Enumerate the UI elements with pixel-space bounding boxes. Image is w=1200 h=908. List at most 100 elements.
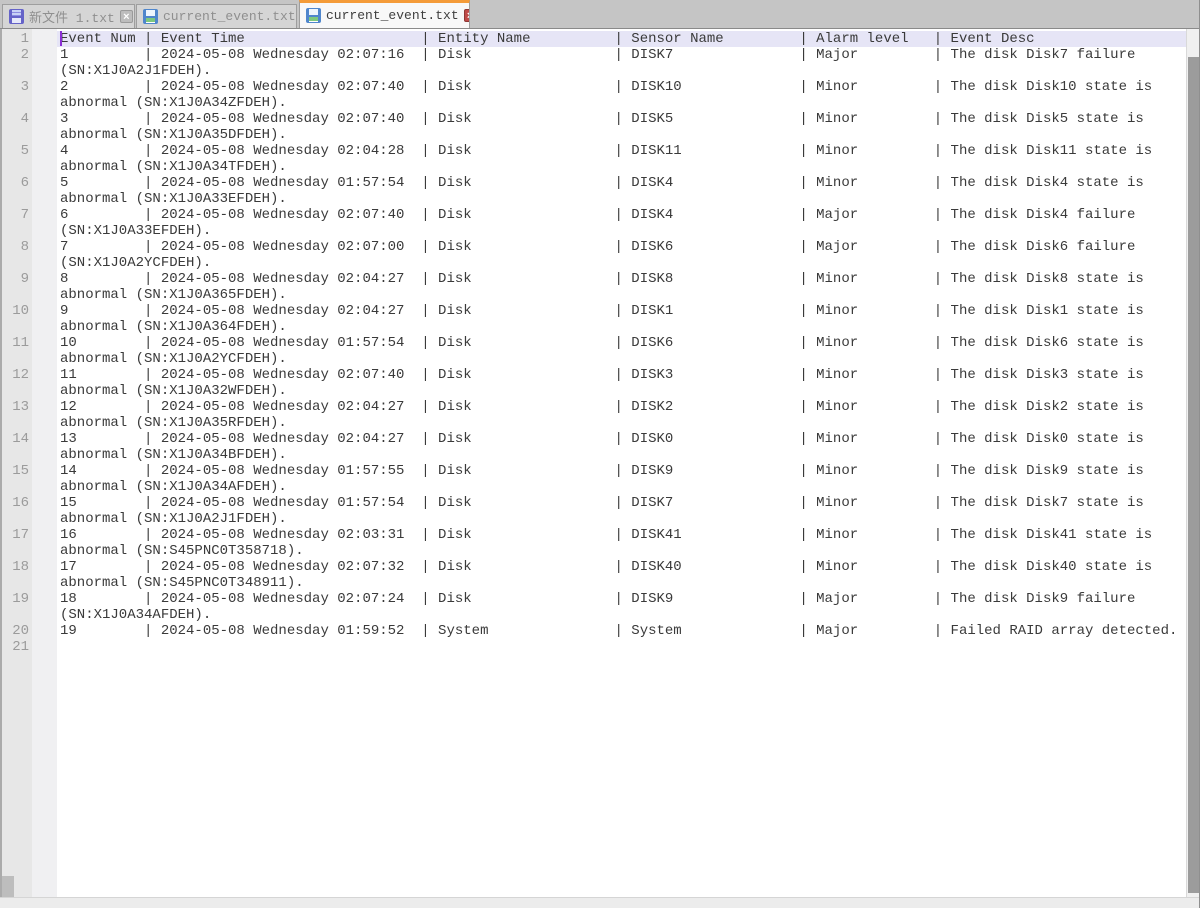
- editor-visual-row: abnormal (SN:X1J0A2YCFDEH).: [0, 351, 1200, 367]
- line-number: [0, 223, 57, 239]
- text-line[interactable]: abnormal (SN:X1J0A32WFDEH).: [57, 383, 1186, 399]
- line-number: 19: [0, 591, 57, 607]
- editor-visual-row: 65 | 2024-05-08 Wednesday 01:57:54 | Dis…: [0, 175, 1200, 191]
- text-line[interactable]: 12 | 2024-05-08 Wednesday 02:04:27 | Dis…: [57, 399, 1186, 415]
- text-line[interactable]: abnormal (SN:X1J0A2YCFDEH).: [57, 351, 1186, 367]
- editor-visual-row: 98 | 2024-05-08 Wednesday 02:04:27 | Dis…: [0, 271, 1200, 287]
- editor-visual-row: abnormal (SN:X1J0A2J1FDEH).: [0, 511, 1200, 527]
- editor-visual-row: 32 | 2024-05-08 Wednesday 02:07:40 | Dis…: [0, 79, 1200, 95]
- editor-content: 1Event Num | Event Time | Entity Name | …: [0, 29, 1200, 897]
- bottom-strip: [0, 897, 1200, 908]
- editor-visual-row: 1110 | 2024-05-08 Wednesday 01:57:54 | D…: [0, 335, 1200, 351]
- editor-visual-row: 1413 | 2024-05-08 Wednesday 02:04:27 | D…: [0, 431, 1200, 447]
- editor-visual-row: abnormal (SN:X1J0A34ZFDEH).: [0, 95, 1200, 111]
- line-number: 21: [0, 639, 57, 655]
- editor-visual-row: abnormal (SN:S45PNC0T358718).: [0, 543, 1200, 559]
- text-line[interactable]: abnormal (SN:X1J0A33EFDEH).: [57, 191, 1186, 207]
- text-line[interactable]: 3 | 2024-05-08 Wednesday 02:07:40 | Disk…: [57, 111, 1186, 127]
- editor-visual-row: abnormal (SN:S45PNC0T348911).: [0, 575, 1200, 591]
- text-line[interactable]: abnormal (SN:X1J0A35RFDEH).: [57, 415, 1186, 431]
- line-number: 12: [0, 367, 57, 383]
- editor-visual-row: (SN:X1J0A2YCFDEH).: [0, 255, 1200, 271]
- corner-grip: [2, 876, 14, 897]
- tab-current-event-1[interactable]: current_event.txt ×: [136, 4, 297, 28]
- text-line[interactable]: (SN:X1J0A34AFDEH).: [57, 607, 1186, 623]
- text-line[interactable]: abnormal (SN:X1J0A365FDEH).: [57, 287, 1186, 303]
- line-number: [0, 159, 57, 175]
- text-line[interactable]: abnormal (SN:X1J0A34AFDEH).: [57, 479, 1186, 495]
- line-number: [0, 63, 57, 79]
- editor-visual-row: 1211 | 2024-05-08 Wednesday 02:07:40 | D…: [0, 367, 1200, 383]
- text-line[interactable]: abnormal (SN:X1J0A2J1FDEH).: [57, 511, 1186, 527]
- text-line[interactable]: (SN:X1J0A2YCFDEH).: [57, 255, 1186, 271]
- line-number: 17: [0, 527, 57, 543]
- tab-label: current_event.txt: [326, 8, 459, 23]
- close-tab-icon[interactable]: ×: [120, 10, 133, 23]
- tab-label: current_event.txt: [163, 9, 296, 24]
- tab-new-file-1[interactable]: 新文件 1.txt ×: [2, 4, 135, 28]
- text-line[interactable]: 4 | 2024-05-08 Wednesday 02:04:28 | Disk…: [57, 143, 1186, 159]
- text-line[interactable]: 2 | 2024-05-08 Wednesday 02:07:40 | Disk…: [57, 79, 1186, 95]
- editor-visual-row: abnormal (SN:X1J0A35DFDEH).: [0, 127, 1200, 143]
- text-editor-window: { "tabs": [ {"label": "新文件 1.txt", "stat…: [0, 0, 1200, 908]
- editor-visual-row: 21 | 2024-05-08 Wednesday 02:07:16 | Dis…: [0, 47, 1200, 63]
- line-number: 7: [0, 207, 57, 223]
- floppy-disk-icon: [9, 9, 24, 24]
- editor-visual-row: 109 | 2024-05-08 Wednesday 02:04:27 | Di…: [0, 303, 1200, 319]
- text-line[interactable]: abnormal (SN:X1J0A34TFDEH).: [57, 159, 1186, 175]
- editor-visual-row: abnormal (SN:X1J0A34TFDEH).: [0, 159, 1200, 175]
- text-line[interactable]: abnormal (SN:X1J0A34BFDEH).: [57, 447, 1186, 463]
- editor-visual-row: 2019 | 2024-05-08 Wednesday 01:59:52 | S…: [0, 623, 1200, 639]
- line-number: 13: [0, 399, 57, 415]
- text-line[interactable]: abnormal (SN:X1J0A364FDEH).: [57, 319, 1186, 335]
- line-number: 3: [0, 79, 57, 95]
- line-number: 15: [0, 463, 57, 479]
- line-number: 20: [0, 623, 57, 639]
- editor-visual-row: (SN:X1J0A2J1FDEH).: [0, 63, 1200, 79]
- text-line[interactable]: 15 | 2024-05-08 Wednesday 01:57:54 | Dis…: [57, 495, 1186, 511]
- close-tab-icon[interactable]: ×: [464, 9, 470, 22]
- line-number: 16: [0, 495, 57, 511]
- text-line[interactable]: 7 | 2024-05-08 Wednesday 02:07:00 | Disk…: [57, 239, 1186, 255]
- line-number: 8: [0, 239, 57, 255]
- editor-visual-row: 43 | 2024-05-08 Wednesday 02:07:40 | Dis…: [0, 111, 1200, 127]
- scrollbar-thumb[interactable]: [1188, 57, 1199, 893]
- editor-visual-row: 1Event Num | Event Time | Entity Name | …: [0, 31, 1200, 47]
- editor-visual-row: abnormal (SN:X1J0A365FDEH).: [0, 287, 1200, 303]
- text-line[interactable]: Event Num | Event Time | Entity Name | S…: [57, 31, 1186, 47]
- editor-visual-row: abnormal (SN:X1J0A33EFDEH).: [0, 191, 1200, 207]
- editor-visual-row: 1817 | 2024-05-08 Wednesday 02:07:32 | D…: [0, 559, 1200, 575]
- vertical-scrollbar[interactable]: [1186, 29, 1199, 897]
- text-line[interactable]: abnormal (SN:S45PNC0T358718).: [57, 543, 1186, 559]
- text-line[interactable]: 9 | 2024-05-08 Wednesday 02:04:27 | Disk…: [57, 303, 1186, 319]
- text-line[interactable]: 5 | 2024-05-08 Wednesday 01:57:54 | Disk…: [57, 175, 1186, 191]
- tab-current-event-active[interactable]: current_event.txt ×: [299, 0, 470, 28]
- line-number: [0, 607, 57, 623]
- text-line[interactable]: 6 | 2024-05-08 Wednesday 02:07:40 | Disk…: [57, 207, 1186, 223]
- text-line[interactable]: 19 | 2024-05-08 Wednesday 01:59:52 | Sys…: [57, 623, 1186, 639]
- editor-visual-row: 21: [0, 639, 1200, 655]
- line-number: [0, 511, 57, 527]
- text-line[interactable]: (SN:X1J0A2J1FDEH).: [57, 63, 1186, 79]
- line-number: [0, 319, 57, 335]
- text-line[interactable]: [57, 639, 1186, 655]
- text-line[interactable]: abnormal (SN:X1J0A34ZFDEH).: [57, 95, 1186, 111]
- text-line[interactable]: 14 | 2024-05-08 Wednesday 01:57:55 | Dis…: [57, 463, 1186, 479]
- text-line[interactable]: 13 | 2024-05-08 Wednesday 02:04:27 | Dis…: [57, 431, 1186, 447]
- text-line[interactable]: 10 | 2024-05-08 Wednesday 01:57:54 | Dis…: [57, 335, 1186, 351]
- editor-visual-row: 1312 | 2024-05-08 Wednesday 02:04:27 | D…: [0, 399, 1200, 415]
- editor-visual-row: 76 | 2024-05-08 Wednesday 02:07:40 | Dis…: [0, 207, 1200, 223]
- floppy-disk-icon: [306, 8, 321, 23]
- text-line[interactable]: 11 | 2024-05-08 Wednesday 02:07:40 | Dis…: [57, 367, 1186, 383]
- text-line[interactable]: abnormal (SN:X1J0A35DFDEH).: [57, 127, 1186, 143]
- text-line[interactable]: 1 | 2024-05-08 Wednesday 02:07:16 | Disk…: [57, 47, 1186, 63]
- text-line[interactable]: abnormal (SN:S45PNC0T348911).: [57, 575, 1186, 591]
- editor-visual-row: (SN:X1J0A34AFDEH).: [0, 607, 1200, 623]
- text-line[interactable]: 17 | 2024-05-08 Wednesday 02:07:32 | Dis…: [57, 559, 1186, 575]
- line-number: 9: [0, 271, 57, 287]
- text-line[interactable]: 18 | 2024-05-08 Wednesday 02:07:24 | Dis…: [57, 591, 1186, 607]
- text-line[interactable]: 16 | 2024-05-08 Wednesday 02:03:31 | Dis…: [57, 527, 1186, 543]
- text-line[interactable]: 8 | 2024-05-08 Wednesday 02:04:27 | Disk…: [57, 271, 1186, 287]
- editor-visual-row: 1514 | 2024-05-08 Wednesday 01:57:55 | D…: [0, 463, 1200, 479]
- text-line[interactable]: (SN:X1J0A33EFDEH).: [57, 223, 1186, 239]
